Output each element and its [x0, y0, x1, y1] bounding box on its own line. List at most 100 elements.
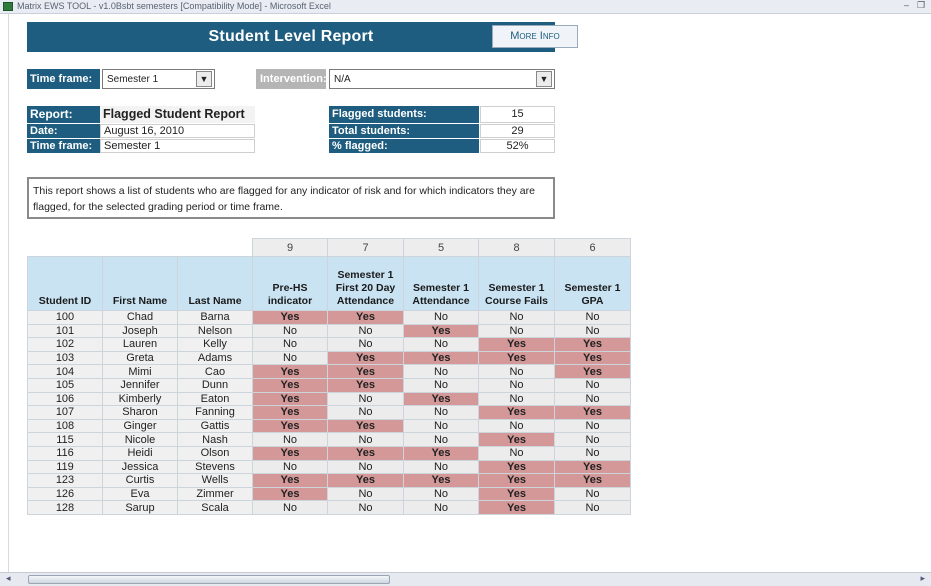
flag-count-cell: 6	[554, 238, 631, 257]
indicator-cell: Yes	[478, 500, 555, 515]
indicator-cell: Yes	[554, 350, 631, 366]
last-name-cell: Nash	[177, 432, 253, 447]
first-name-cell: Kimberly	[102, 391, 178, 407]
indicator-cell: No	[327, 405, 404, 420]
column-header: First Name	[102, 256, 178, 311]
report-name: Flagged Student Report	[100, 106, 255, 123]
indicator-cell: Yes	[252, 405, 328, 420]
dropdown-arrow-icon[interactable]: ▼	[196, 71, 212, 87]
table-row: 101 Joseph Nelson No No Yes No No	[27, 323, 631, 339]
indicator-cell: No	[554, 377, 631, 393]
intervention-filter-label: Intervention:	[256, 69, 327, 89]
student-id-cell: 119	[27, 459, 103, 475]
minimize-button[interactable]: –	[904, 0, 909, 10]
indicator-cell: No	[403, 377, 479, 393]
column-header: Semester 1 GPA	[554, 256, 631, 311]
indicator-cell: Yes	[403, 350, 479, 366]
indicator-cell: Yes	[403, 391, 479, 407]
student-id-cell: 108	[27, 418, 103, 434]
flag-count-cell: 9	[252, 238, 328, 257]
indicator-cell: No	[554, 486, 631, 502]
table-row: 116 Heidi Olson Yes Yes Yes No No	[27, 445, 631, 461]
first-name-cell: Joseph	[102, 323, 178, 339]
report-timeframe-value: Semester 1	[100, 139, 255, 153]
scroll-right-arrow-icon[interactable]: ▸	[920, 573, 925, 584]
first-name-cell: Lauren	[102, 337, 178, 352]
indicator-cell: No	[403, 500, 479, 515]
indicator-cell: No	[252, 323, 328, 339]
indicator-cell: No	[403, 418, 479, 434]
timeframe-select[interactable]: Semester 1 ▼	[102, 69, 215, 89]
indicator-cell: No	[403, 486, 479, 502]
indicator-cell: Yes	[403, 323, 479, 339]
indicator-cell: No	[327, 432, 404, 447]
student-id-cell: 103	[27, 350, 103, 366]
indicator-cell: No	[403, 405, 479, 420]
student-id-cell: 105	[27, 377, 103, 393]
last-name-cell: Dunn	[177, 377, 253, 393]
column-header: Semester 1 First 20 Day Attendance	[327, 256, 404, 311]
indicator-cell: No	[252, 500, 328, 515]
horizontal-scrollbar[interactable]: ◂ ▸	[0, 572, 931, 586]
indicator-cell: Yes	[478, 405, 555, 420]
flag-count-cell: 8	[478, 238, 555, 257]
scrollbar-thumb[interactable]	[28, 575, 390, 584]
indicator-cell: No	[327, 459, 404, 475]
indicator-cell: Yes	[478, 350, 555, 366]
last-name-cell: Kelly	[177, 337, 253, 352]
table-row: 123 Curtis Wells Yes Yes Yes Yes Yes	[27, 473, 631, 488]
indicator-cell: Yes	[327, 473, 404, 488]
first-name-cell: Jennifer	[102, 377, 178, 393]
indicator-cell: No	[478, 323, 555, 339]
indicator-cell: No	[403, 432, 479, 447]
dropdown-arrow-icon[interactable]: ▼	[536, 71, 552, 87]
indicator-cell: Yes	[478, 337, 555, 352]
indicator-cell: Yes	[327, 418, 404, 434]
last-name-cell: Eaton	[177, 391, 253, 407]
indicator-cell: Yes	[327, 364, 404, 379]
student-id-cell: 116	[27, 445, 103, 461]
flagged-students-value: 15	[480, 106, 555, 123]
table-row: 107 Sharon Fanning Yes No No Yes Yes	[27, 405, 631, 420]
scroll-left-arrow-icon[interactable]: ◂	[6, 573, 11, 584]
first-name-cell: Chad	[102, 310, 178, 325]
indicator-cell: No	[252, 337, 328, 352]
indicator-cell: Yes	[554, 405, 631, 420]
indicator-cell: No	[554, 432, 631, 447]
student-id-cell: 106	[27, 391, 103, 407]
first-name-cell: Nicole	[102, 432, 178, 447]
last-name-cell: Barna	[177, 310, 253, 325]
indicator-cell: Yes	[327, 350, 404, 366]
indicator-cell: Yes	[252, 377, 328, 393]
first-name-cell: Eva	[102, 486, 178, 502]
timeframe-filter-label: Time frame:	[27, 69, 100, 89]
indicator-cell: No	[327, 323, 404, 339]
indicator-cell: Yes	[327, 377, 404, 393]
window-titlebar: Matrix EWS TOOL - v1.0Bsbt semesters [Co…	[0, 0, 931, 14]
indicator-cell: No	[478, 418, 555, 434]
indicator-cell: Yes	[478, 432, 555, 447]
intervention-select[interactable]: N/A ▼	[329, 69, 555, 89]
indicator-cell: Yes	[478, 473, 555, 488]
last-name-cell: Nelson	[177, 323, 253, 339]
indicator-cell: Yes	[252, 391, 328, 407]
first-name-cell: Curtis	[102, 473, 178, 488]
indicator-cell: No	[327, 486, 404, 502]
first-name-cell: Sarup	[102, 500, 178, 515]
indicator-cell: No	[554, 445, 631, 461]
more-info-button[interactable]: More Info	[492, 25, 578, 48]
indicator-cell: No	[554, 391, 631, 407]
indicator-cell: No	[478, 445, 555, 461]
indicator-cell: No	[554, 323, 631, 339]
first-name-cell: Mimi	[102, 364, 178, 379]
indicator-cell: Yes	[252, 445, 328, 461]
table-row: 102 Lauren Kelly No No No Yes Yes	[27, 337, 631, 352]
restore-button[interactable]: ❐	[917, 0, 925, 11]
first-name-cell: Ginger	[102, 418, 178, 434]
report-banner: Student Level Report More Info	[27, 22, 578, 52]
first-name-cell: Heidi	[102, 445, 178, 461]
table-row: 100 Chad Barna Yes Yes No No No	[27, 310, 631, 325]
flag-count-row: 97586	[27, 238, 631, 257]
indicator-cell: Yes	[327, 445, 404, 461]
intervention-select-value: N/A	[334, 74, 351, 85]
